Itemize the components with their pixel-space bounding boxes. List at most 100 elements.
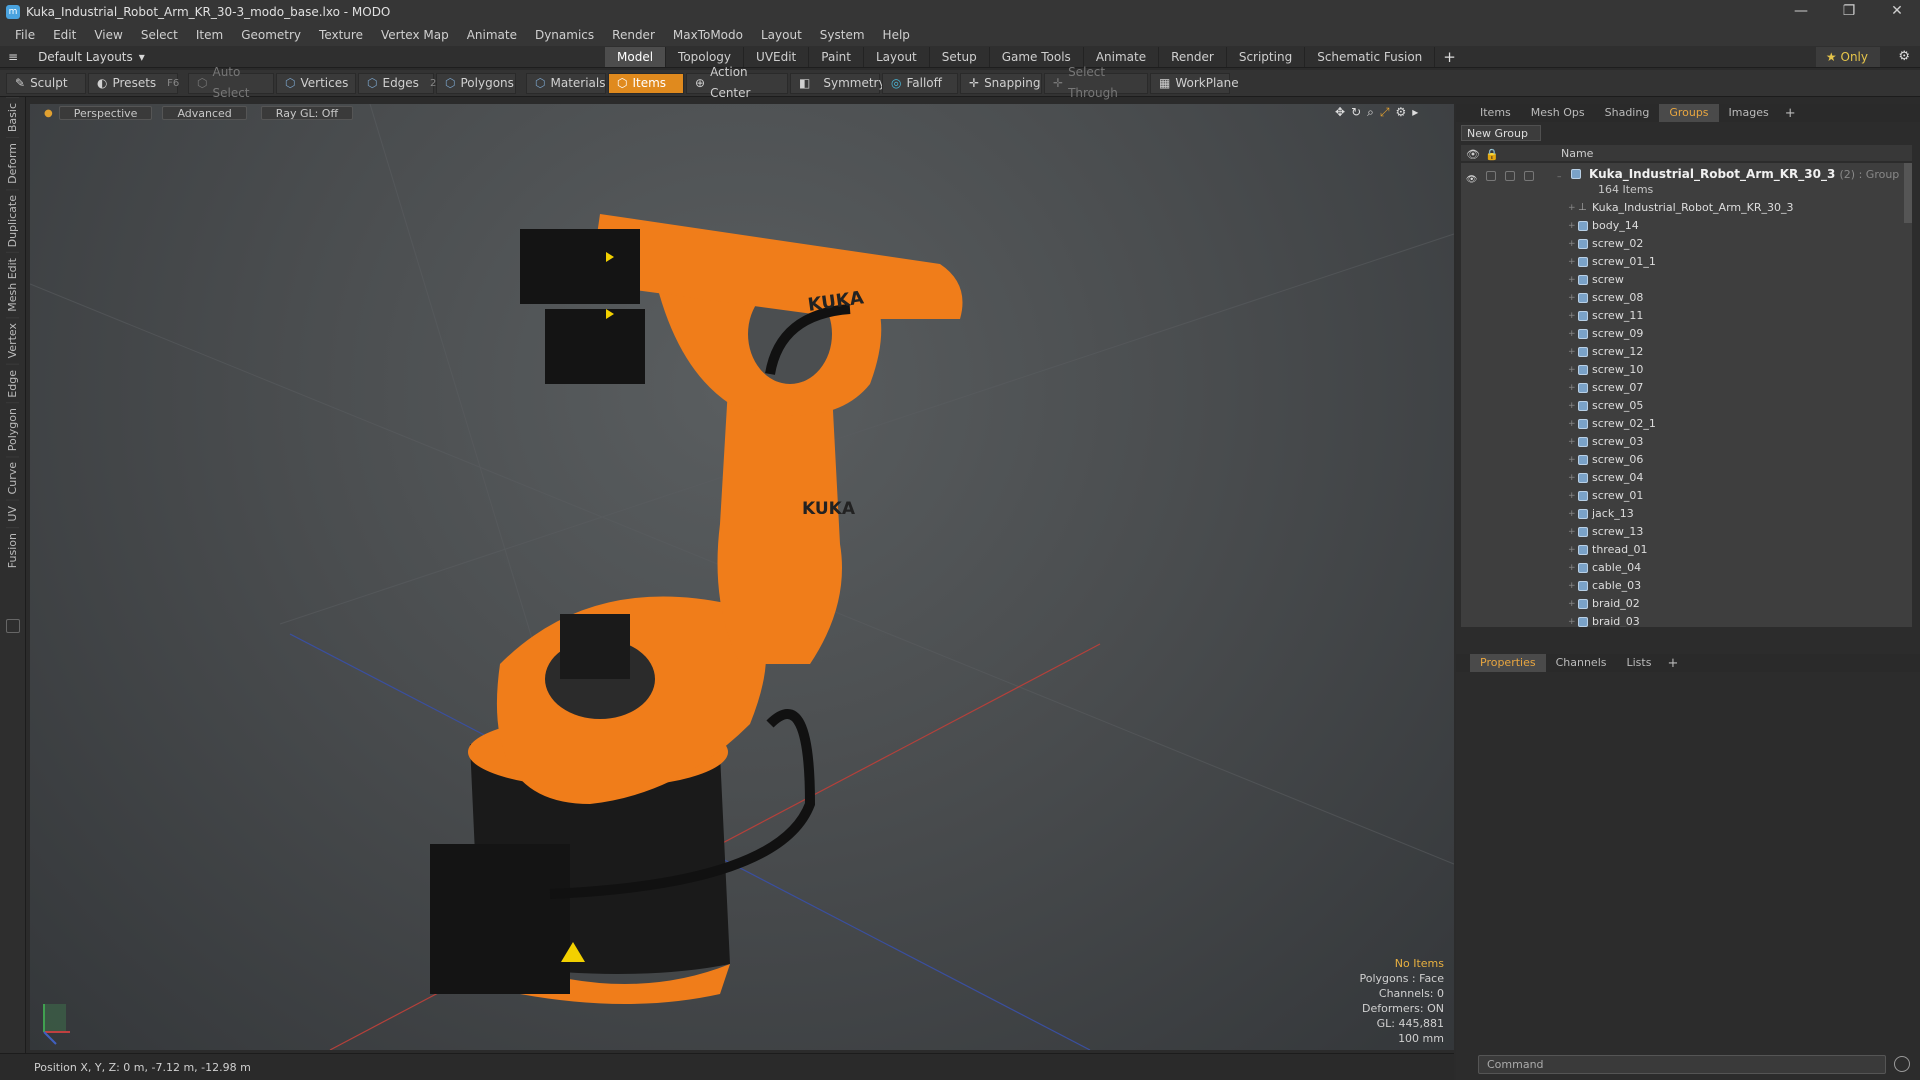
left-tab-duplicate[interactable]: Duplicate	[6, 189, 19, 253]
viewport-menu-icon[interactable]: ●	[44, 108, 53, 119]
view-mode-button[interactable]: Perspective	[58, 106, 153, 120]
menu-system[interactable]: System	[811, 24, 874, 46]
pan-icon[interactable]: ✥	[1335, 105, 1345, 120]
tree-scrollbar[interactable]	[1904, 163, 1912, 223]
tab-schematic-fusion[interactable]: Schematic Fusion	[1305, 47, 1436, 67]
menu-texture[interactable]: Texture	[310, 24, 372, 46]
list-item[interactable]: + screw_08	[1461, 289, 1901, 307]
minimize-icon[interactable]: —	[1778, 0, 1824, 24]
vertices-button[interactable]: ⬡Vertices1	[276, 72, 366, 94]
command-history-icon[interactable]	[1894, 1056, 1910, 1072]
list-item[interactable]: + ⊥ Kuka_Industrial_Robot_Arm_KR_30_3	[1461, 199, 1901, 217]
list-item[interactable]: + screw_10	[1461, 361, 1901, 379]
list-item[interactable]: + screw_02	[1461, 235, 1901, 253]
list-item[interactable]: + screw_07	[1461, 379, 1901, 397]
left-tab-edge[interactable]: Edge	[6, 363, 19, 403]
tab-channels[interactable]: Channels	[1546, 654, 1617, 672]
menu-edit[interactable]: Edit	[44, 24, 85, 46]
left-tab-basic[interactable]: Basic	[6, 97, 19, 138]
restore-icon[interactable]: ❐	[1826, 0, 1872, 24]
tab-properties[interactable]: Properties	[1470, 654, 1546, 672]
name-column-header[interactable]: Name	[1561, 147, 1593, 160]
auto-select-button[interactable]: ⬡ Auto Select	[188, 65, 274, 100]
shading-mode-button[interactable]: Advanced	[162, 106, 247, 120]
menu-vertex-map[interactable]: Vertex Map	[372, 24, 458, 46]
tab-model[interactable]: Model	[605, 47, 667, 67]
new-group-button[interactable]: New Group	[1461, 125, 1541, 141]
list-item[interactable]: + screw	[1461, 271, 1901, 289]
menu-dynamics[interactable]: Dynamics	[526, 24, 603, 46]
left-tab-mesh-edit[interactable]: Mesh Edit	[6, 252, 19, 318]
list-item[interactable]: + screw_09	[1461, 325, 1901, 343]
layouts-dropdown[interactable]: ≡ Default Layouts ▾	[8, 48, 145, 66]
list-item[interactable]: + screw_01_1	[1461, 253, 1901, 271]
list-item[interactable]: + screw_05	[1461, 397, 1901, 415]
list-item[interactable]: + cable_03	[1461, 577, 1901, 595]
menu-help[interactable]: Help	[874, 24, 919, 46]
tab-lists[interactable]: Lists	[1617, 654, 1662, 672]
menu-file[interactable]: File	[6, 24, 44, 46]
left-tab-uv[interactable]: UV	[6, 499, 19, 527]
sculpt-button[interactable]: ✎ Sculpt	[6, 72, 86, 94]
select-toggle-icon[interactable]	[1524, 171, 1534, 181]
list-item[interactable]: + screw_06	[1461, 451, 1901, 469]
left-panel-toggle-icon[interactable]	[6, 619, 20, 633]
list-item[interactable]: + thread_01	[1461, 541, 1901, 559]
list-item[interactable]: + screw_04	[1461, 469, 1901, 487]
add-props-tab-icon[interactable]: +	[1661, 656, 1684, 671]
tab-groups[interactable]: Groups	[1659, 104, 1719, 122]
group-row[interactable]: 👁 – Kuka_Industrial_Robot_Arm_KR_30_3 (2…	[1461, 165, 1901, 199]
menu-animate[interactable]: Animate	[458, 24, 526, 46]
snapping-button[interactable]: ✛ Snapping	[960, 72, 1042, 94]
action-center-button[interactable]: ⊕ Action Center	[686, 65, 788, 100]
list-item[interactable]: + jack_13	[1461, 505, 1901, 523]
menu-render[interactable]: Render	[603, 24, 664, 46]
menu-geometry[interactable]: Geometry	[232, 24, 310, 46]
menu-view[interactable]: View	[85, 24, 131, 46]
menu-layout[interactable]: Layout	[752, 24, 811, 46]
list-item[interactable]: + screw_02_1	[1461, 415, 1901, 433]
left-tab-polygon[interactable]: Polygon	[6, 402, 19, 457]
tab-render[interactable]: Render	[1159, 47, 1227, 67]
list-item[interactable]: + screw_03	[1461, 433, 1901, 451]
3d-viewport[interactable]: KUKA KUKA	[30, 104, 1454, 1050]
list-item[interactable]: + screw_13	[1461, 523, 1901, 541]
list-item[interactable]: + braid_03	[1461, 613, 1901, 627]
raygl-button[interactable]: Ray GL: Off	[260, 106, 354, 120]
fit-icon[interactable]: ⤢	[1380, 105, 1390, 120]
viewport-gear-icon[interactable]: ⚙	[1395, 105, 1406, 120]
symmetry-button[interactable]: ◧ Symmetry	[790, 72, 886, 94]
gear-icon[interactable]: ⚙	[1898, 47, 1910, 67]
polygons-button[interactable]: ⬡ Polygons	[436, 72, 516, 94]
menu-item[interactable]: Item	[187, 24, 232, 46]
left-tab-curve[interactable]: Curve	[6, 456, 19, 500]
only-button[interactable]: ★ Only	[1815, 47, 1880, 67]
tab-items[interactable]: Items	[1470, 104, 1521, 122]
list-item[interactable]: + braid_02	[1461, 595, 1901, 613]
materials-button[interactable]: ⬡ Materials	[526, 72, 606, 94]
workplane-button[interactable]: ▦ WorkPlane	[1150, 72, 1239, 94]
tab-paint[interactable]: Paint	[809, 47, 864, 67]
close-icon[interactable]: ✕	[1874, 0, 1920, 24]
lock-toggle-icon[interactable]	[1505, 171, 1515, 181]
presets-button[interactable]: ◐ Presets F6	[88, 72, 179, 94]
menu-maxtomodo[interactable]: MaxToModo	[664, 24, 752, 46]
tab-shading[interactable]: Shading	[1595, 104, 1660, 122]
viewport-expand-icon[interactable]: ▸	[1412, 105, 1418, 120]
left-tab-fusion[interactable]: Fusion	[6, 526, 19, 573]
zoom-icon[interactable]: ⌕	[1367, 105, 1374, 120]
add-tab-icon[interactable]: +	[1435, 47, 1464, 67]
tab-layout[interactable]: Layout	[864, 47, 930, 67]
collapse-icon[interactable]: –	[1557, 168, 1562, 186]
tab-mesh-ops[interactable]: Mesh Ops	[1521, 104, 1595, 122]
falloff-button[interactable]: ◎ Falloff	[882, 72, 958, 94]
select-through-button[interactable]: ✛ Select Through	[1044, 65, 1148, 100]
tab-scripting[interactable]: Scripting	[1227, 47, 1306, 67]
menu-select[interactable]: Select	[132, 24, 187, 46]
command-input[interactable]: Command	[1478, 1055, 1886, 1074]
rotate-icon[interactable]: ↻	[1351, 105, 1361, 120]
list-item[interactable]: + cable_04	[1461, 559, 1901, 577]
add-panel-tab-icon[interactable]: +	[1779, 106, 1802, 121]
list-item[interactable]: + body_14	[1461, 217, 1901, 235]
render-toggle-icon[interactable]	[1486, 171, 1496, 181]
